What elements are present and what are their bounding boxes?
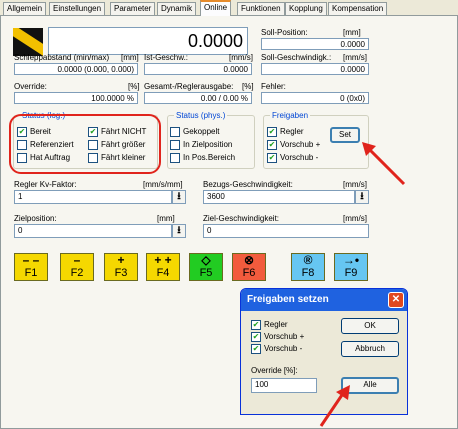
regler-kv-input[interactable]: 1 xyxy=(14,190,172,204)
dialog-override-label: Override [%]: xyxy=(251,366,298,375)
soll-position-label: Soll-Position: xyxy=(261,28,308,37)
soll-geschw-value: 0.0000 xyxy=(261,63,369,75)
bezugs-geschw-input[interactable]: 3600 xyxy=(203,190,355,204)
schleppabstand-value: 0.0000 (0.000, 0.000) xyxy=(14,63,138,75)
soll-position-unit: [mm] xyxy=(343,28,361,37)
status-in-pos-bereich: In Pos.Bereich xyxy=(170,153,235,163)
jog-fast-minus-icon: – – xyxy=(22,253,40,267)
freigabe-vorschub-minus[interactable]: ✔ Vorschub - xyxy=(267,153,318,163)
tab-allgemein[interactable]: Allgemein xyxy=(3,2,47,16)
regler-kv-unit: [mm/s/mm] xyxy=(143,180,183,189)
jog-minus-icon: – xyxy=(73,253,81,267)
gesamt-regler-unit: [%] xyxy=(242,82,254,91)
soll-position-value: 0.0000 xyxy=(261,38,369,50)
fehler-label: Fehler: xyxy=(261,82,286,91)
zielposition-apply-button[interactable]: ⭳ xyxy=(172,224,186,238)
tab-kopplung[interactable]: Kopplung xyxy=(285,2,327,16)
dialog-title: Freigaben setzen xyxy=(247,294,329,305)
ziel-geschw-input[interactable]: 0 xyxy=(203,224,369,238)
status-gekoppelt: Gekoppelt xyxy=(170,127,219,137)
ist-geschw-value: 0.0000 xyxy=(144,63,252,75)
tab-parameter[interactable]: Parameter xyxy=(110,2,156,16)
tab-einstellungen[interactable]: Einstellungen xyxy=(49,2,106,16)
gesamt-regler-value: 0.00 / 0.00 % xyxy=(144,92,252,104)
close-icon[interactable]: ✕ xyxy=(388,292,404,308)
f1-button[interactable]: – – F1 xyxy=(14,253,48,281)
checkbox-icon[interactable]: ✔ xyxy=(251,332,261,342)
zielposition-unit: [mm] xyxy=(157,214,175,223)
status-in-zielposition: In Zielposition xyxy=(170,140,232,150)
ziel-geschw-label: Ziel-Geschwindigkeit: xyxy=(203,214,280,223)
checkbox-icon[interactable]: ✔ xyxy=(267,140,277,150)
dialog-title-bar[interactable]: Freigaben setzen ✕ xyxy=(241,289,407,311)
override-label: Override: xyxy=(14,82,47,91)
soll-geschw-label: Soll-Geschwindigk.: xyxy=(261,53,332,62)
jog-fast-plus-icon: + + xyxy=(154,253,172,267)
reference-icon: ® xyxy=(303,253,313,267)
checkbox-icon[interactable]: ✔ xyxy=(251,320,261,330)
dialog-vorschub-plus[interactable]: ✔ Vorschub + xyxy=(251,332,304,342)
annotation-arrow-set-icon xyxy=(362,142,406,186)
checkbox-icon[interactable]: ✔ xyxy=(251,344,261,354)
stop-icon: ⊗ xyxy=(243,253,255,267)
status-log-highlight xyxy=(9,114,161,174)
zielposition-input[interactable]: 0 xyxy=(14,224,172,238)
set-button[interactable]: Set xyxy=(330,127,360,143)
regler-kv-label: Regler Kv-Faktor: xyxy=(14,180,77,189)
status-phys-title: Status (phys.) xyxy=(176,111,226,120)
dialog-vorschub-minus[interactable]: ✔ Vorschub - xyxy=(251,344,302,354)
f8-button[interactable]: ® F8 xyxy=(291,253,325,281)
checkbox-icon xyxy=(170,127,180,137)
freigabe-regler[interactable]: ✔ Regler xyxy=(267,127,304,137)
f2-button[interactable]: – F2 xyxy=(60,253,94,281)
freigaben-title: Freigaben xyxy=(272,111,309,120)
soll-geschw-unit: [mm/s] xyxy=(343,53,367,62)
goto-target-icon: →• xyxy=(342,253,360,267)
checkbox-icon xyxy=(170,140,180,150)
f3-button[interactable]: + F3 xyxy=(104,253,138,281)
abbruch-button[interactable]: Abbruch xyxy=(341,341,399,357)
f9-button[interactable]: →• F9 xyxy=(334,253,368,281)
start-icon: ◇ xyxy=(201,253,211,267)
checkbox-icon[interactable]: ✔ xyxy=(267,153,277,163)
f6-button[interactable]: ⊗ F6 xyxy=(232,253,266,281)
tab-online[interactable]: Online xyxy=(200,0,232,16)
override-unit: [%] xyxy=(128,82,140,91)
tab-bar: Allgemein Einstellungen Parameter Dynami… xyxy=(0,0,458,16)
dialog-regler[interactable]: ✔ Regler xyxy=(251,320,288,330)
bezugs-geschw-unit: [mm/s] xyxy=(343,180,367,189)
checkbox-icon xyxy=(170,153,180,163)
ist-geschw-label: Ist-Geschw.: xyxy=(144,53,189,62)
tab-funktionen[interactable]: Funktionen xyxy=(237,2,285,16)
regler-kv-apply-button[interactable]: ⭳ xyxy=(172,190,186,204)
ok-button[interactable]: OK xyxy=(341,318,399,334)
f5-button[interactable]: ◇ F5 xyxy=(189,253,223,281)
gesamt-regler-label: Gesamt-/Reglerausgabe: xyxy=(144,82,234,91)
bezugs-geschw-apply-button[interactable]: ⭳ xyxy=(355,190,369,204)
schleppabstand-unit: [mm] xyxy=(121,53,139,62)
checkbox-icon[interactable]: ✔ xyxy=(267,127,277,137)
schleppabstand-label: Schleppabstand (min/max) xyxy=(14,53,110,62)
f4-button[interactable]: + + F4 xyxy=(146,253,180,281)
zielposition-label: Zielposition: xyxy=(14,214,57,223)
fehler-value: 0 (0x0) xyxy=(261,92,369,104)
jog-plus-icon: + xyxy=(117,253,125,267)
axis-logo-icon xyxy=(13,28,43,56)
override-value: 100.0000 % xyxy=(14,92,138,104)
ist-geschw-unit: [mm/s] xyxy=(229,53,253,62)
dialog-override-input[interactable]: 100 xyxy=(251,378,317,393)
tab-dynamik[interactable]: Dynamik xyxy=(157,2,197,16)
freigabe-vorschub-plus[interactable]: ✔ Vorschub + xyxy=(267,140,320,150)
position-display: 0.0000 xyxy=(48,27,248,55)
ziel-geschw-unit: [mm/s] xyxy=(343,214,367,223)
annotation-arrow-alle-icon xyxy=(319,385,350,427)
bezugs-geschw-label: Bezugs-Geschwindigkeit: xyxy=(203,180,293,189)
tab-kompensation[interactable]: Kompensation xyxy=(328,2,388,16)
